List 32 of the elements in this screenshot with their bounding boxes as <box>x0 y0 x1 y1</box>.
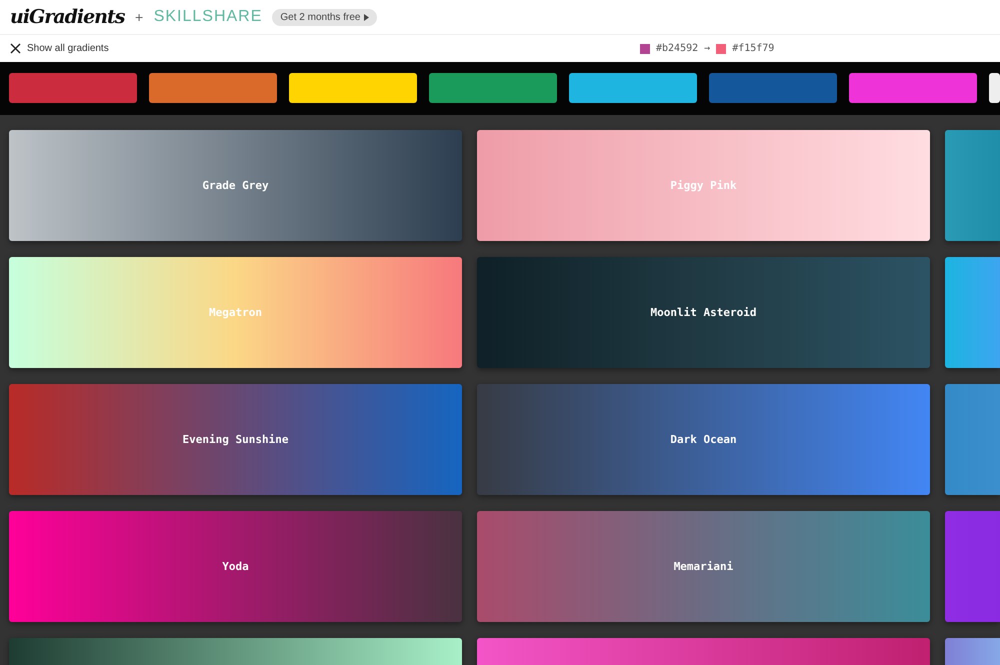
logo: uiGradients <box>10 6 124 28</box>
color-code: #b24592 <box>656 43 698 54</box>
gradient-name: Evening Sunshine <box>182 433 288 446</box>
gradient-card[interactable]: Dark Ocean <box>477 384 930 495</box>
plus-sign: + <box>134 10 144 24</box>
color-filter[interactable] <box>569 73 697 103</box>
gradient-name: Megatron <box>209 306 262 319</box>
gradient-name: Dark Ocean <box>670 433 737 446</box>
gradient-name: Piggy Pink <box>670 179 737 192</box>
color-filter[interactable] <box>9 73 137 103</box>
gradient-card[interactable]: Moonlit Asteroid <box>477 257 930 368</box>
gradient-card[interactable]: Yoda <box>9 511 462 622</box>
close-icon <box>10 43 21 54</box>
gradient-card[interactable]: Grade Grey <box>9 130 462 241</box>
color-filter[interactable] <box>709 73 837 103</box>
gradient-name: Yoda <box>222 560 249 573</box>
color-filter[interactable] <box>989 73 1000 103</box>
color-filter[interactable] <box>149 73 277 103</box>
color-filter[interactable] <box>429 73 557 103</box>
color-filter[interactable] <box>289 73 417 103</box>
gradient-name: Moonlit Asteroid <box>650 306 756 319</box>
promo-button[interactable]: Get 2 months free <box>272 8 378 26</box>
gradient-name: Memariani <box>674 560 734 573</box>
gradient-card[interactable]: Memariani <box>477 511 930 622</box>
play-icon <box>364 14 370 20</box>
partner-logo: SKILLSHARE <box>154 8 262 26</box>
gradient-card[interactable]: Evening Sunshine <box>9 384 462 495</box>
show-all-button[interactable]: Show all gradients <box>10 43 109 54</box>
color-filter[interactable] <box>849 73 977 103</box>
gradient-name: Grade Grey <box>202 179 269 192</box>
arrow-text: → <box>704 43 710 54</box>
color-code: #f15f79 <box>732 43 774 54</box>
